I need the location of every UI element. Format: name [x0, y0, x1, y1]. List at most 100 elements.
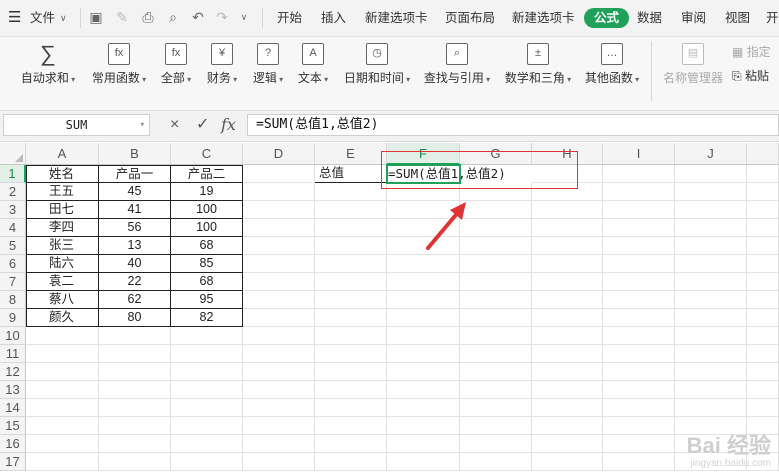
grid-cell[interactable]	[26, 417, 99, 435]
table-header-cell[interactable]: 姓名	[26, 165, 99, 183]
grid-cell[interactable]	[747, 381, 779, 399]
row-header-7[interactable]: 7	[0, 273, 26, 291]
grid-cell[interactable]	[243, 327, 315, 345]
grid-cell[interactable]	[171, 381, 243, 399]
grid-cell[interactable]	[675, 201, 747, 219]
more-functions-button[interactable]: … 其他函数	[583, 43, 641, 99]
tab-page-layout[interactable]: 页面布局	[445, 0, 495, 36]
grid-cell[interactable]	[387, 255, 460, 273]
all-functions-button[interactable]: fx 全部	[158, 43, 194, 99]
grid-cell[interactable]	[603, 435, 675, 453]
cell-e1-total-label[interactable]: 总值	[315, 165, 387, 183]
grid-cell[interactable]	[532, 165, 603, 183]
grid-cell[interactable]	[603, 273, 675, 291]
cancel-icon[interactable]: ×	[170, 115, 179, 135]
grid-cell[interactable]	[99, 363, 171, 381]
table-cell[interactable]: 19	[171, 183, 243, 201]
grid-cell[interactable]	[603, 417, 675, 435]
grid-cell[interactable]	[243, 201, 315, 219]
column-header-g[interactable]: G	[460, 143, 532, 165]
grid-cell[interactable]	[747, 201, 779, 219]
tab-new-tab-2[interactable]: 新建选项卡	[512, 0, 575, 36]
grid-cell[interactable]	[460, 435, 532, 453]
grid-cell[interactable]	[532, 453, 603, 471]
row-header-17[interactable]: 17	[0, 453, 26, 471]
quick-access-chevron-icon[interactable]: ∨	[236, 9, 252, 25]
table-cell[interactable]: 45	[99, 183, 171, 201]
redo-icon[interactable]: ↷	[214, 9, 230, 25]
table-cell[interactable]: 陆六	[26, 255, 99, 273]
row-header-16[interactable]: 16	[0, 435, 26, 453]
grid-cell[interactable]	[99, 435, 171, 453]
grid-cell[interactable]	[747, 309, 779, 327]
row-header-9[interactable]: 9	[0, 309, 26, 327]
column-header-a[interactable]: A	[26, 143, 99, 165]
grid-cell[interactable]	[675, 273, 747, 291]
grid-cell[interactable]	[315, 201, 387, 219]
grid-cell[interactable]	[243, 237, 315, 255]
table-cell[interactable]: 80	[99, 309, 171, 327]
grid-cell[interactable]	[675, 327, 747, 345]
column-header-j[interactable]: J	[675, 143, 747, 165]
row-header-2[interactable]: 2	[0, 183, 26, 201]
grid-cell[interactable]	[315, 399, 387, 417]
grid-cell[interactable]	[243, 363, 315, 381]
grid-cell[interactable]	[460, 399, 532, 417]
grid-cell[interactable]	[243, 417, 315, 435]
grid-cell[interactable]	[460, 273, 532, 291]
grid-cell[interactable]	[26, 381, 99, 399]
grid-cell[interactable]	[603, 363, 675, 381]
table-header-cell[interactable]: 产品二	[171, 165, 243, 183]
grid-cell[interactable]	[243, 435, 315, 453]
grid-cell[interactable]	[532, 291, 603, 309]
print-icon[interactable]: ⎙	[140, 9, 156, 25]
grid-cell[interactable]	[532, 237, 603, 255]
tab-formulas[interactable]: 公式	[584, 8, 630, 28]
tab-insert[interactable]: 插入	[321, 0, 346, 36]
grid-cell[interactable]	[99, 345, 171, 363]
grid-cell[interactable]	[603, 183, 675, 201]
grid-cell[interactable]	[460, 345, 532, 363]
row-header-10[interactable]: 10	[0, 327, 26, 345]
grid-cell[interactable]	[243, 291, 315, 309]
grid-cell[interactable]	[532, 327, 603, 345]
grid-cell[interactable]	[747, 183, 779, 201]
grid-cell[interactable]	[99, 399, 171, 417]
grid-cell[interactable]	[243, 219, 315, 237]
grid-cell[interactable]	[315, 237, 387, 255]
grid-cell[interactable]	[243, 345, 315, 363]
grid-cell[interactable]	[603, 237, 675, 255]
grid-cell[interactable]	[171, 327, 243, 345]
row-header-11[interactable]: 11	[0, 345, 26, 363]
row-header-1[interactable]: 1	[0, 165, 26, 183]
grid-cell[interactable]	[243, 399, 315, 417]
grid-cell[interactable]	[603, 345, 675, 363]
grid-cell[interactable]	[243, 183, 315, 201]
file-menu-chevron-icon[interactable]: ∨	[60, 0, 67, 36]
column-header-k[interactable]	[747, 143, 779, 165]
undo-icon[interactable]: ↶	[190, 9, 206, 25]
name-manager-button[interactable]: ▤ 名称管理器	[662, 43, 724, 99]
grid-cell[interactable]	[26, 363, 99, 381]
common-functions-button[interactable]: fx 常用函数	[90, 43, 148, 99]
name-box[interactable]: SUM ▾	[3, 114, 150, 136]
row-header-6[interactable]: 6	[0, 255, 26, 273]
table-cell[interactable]: 82	[171, 309, 243, 327]
grid-cell[interactable]	[603, 219, 675, 237]
grid-cell[interactable]	[387, 417, 460, 435]
grid-cell[interactable]	[99, 417, 171, 435]
grid-cell[interactable]	[171, 417, 243, 435]
format-painter-icon[interactable]: ✎	[114, 9, 130, 25]
grid-cell[interactable]	[532, 183, 603, 201]
math-trig-button[interactable]: ± 数学和三角	[503, 43, 573, 99]
grid-cell[interactable]	[387, 291, 460, 309]
grid-cell[interactable]	[532, 381, 603, 399]
grid-cell[interactable]	[460, 291, 532, 309]
grid-cell[interactable]	[387, 363, 460, 381]
grid-cell[interactable]	[315, 435, 387, 453]
grid-cell[interactable]	[387, 453, 460, 471]
logical-button[interactable]: ? 逻辑	[250, 43, 286, 99]
lookup-reference-button[interactable]: ⌕ 查找与引用	[422, 43, 492, 99]
grid-cell[interactable]	[675, 291, 747, 309]
grid-cell[interactable]	[315, 309, 387, 327]
